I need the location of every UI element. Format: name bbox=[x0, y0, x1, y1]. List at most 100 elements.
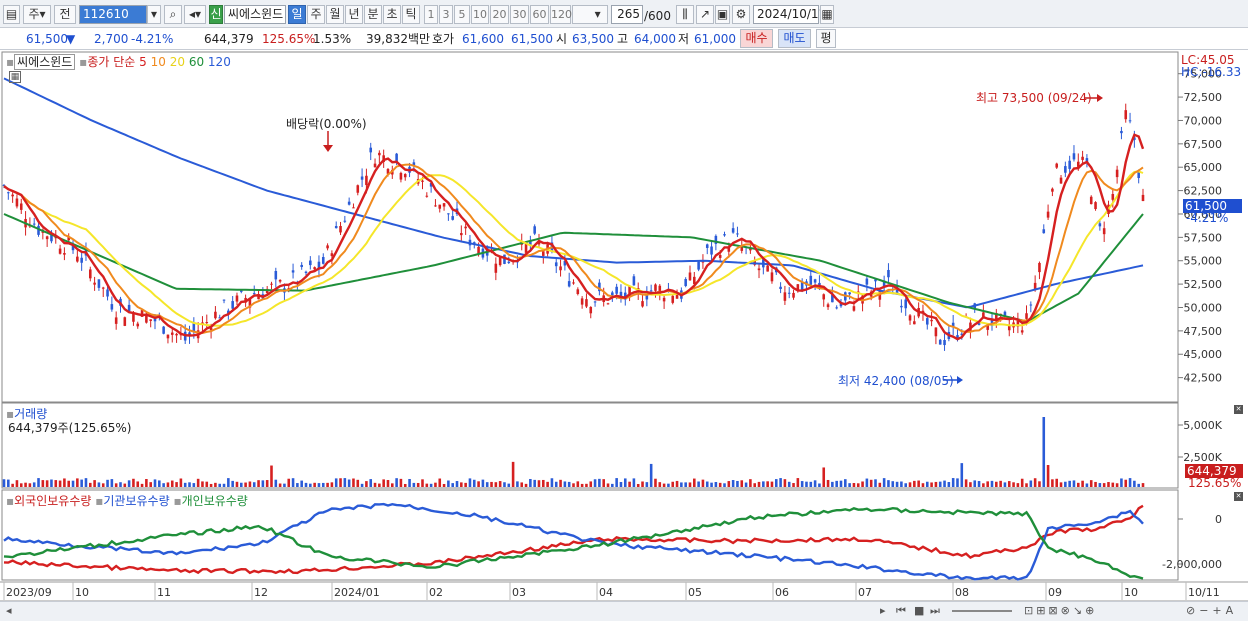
legend-institution: 기관보유수량 bbox=[103, 494, 170, 508]
prev-button[interactable]: 전 bbox=[54, 5, 76, 24]
period-year[interactable]: 년 bbox=[345, 5, 363, 24]
candle-body bbox=[45, 236, 49, 240]
volume-bar bbox=[529, 478, 532, 487]
candle-body bbox=[1089, 196, 1093, 205]
volume-bar bbox=[913, 480, 916, 487]
volume-panel-frame bbox=[1, 402, 1179, 489]
x-tick-label: 06 bbox=[775, 586, 789, 599]
layout-icon[interactable]: ▤ bbox=[3, 5, 20, 24]
open-label: 시 bbox=[556, 32, 568, 46]
period-month[interactable]: 월 bbox=[326, 5, 344, 24]
period-minute[interactable]: 분 bbox=[364, 5, 382, 24]
interval-120[interactable]: 120 bbox=[550, 5, 572, 24]
tool-icons[interactable]: ⊡⊞⊠⊗↘⊕ bbox=[1024, 604, 1097, 618]
volume-bar bbox=[386, 480, 390, 487]
volume-bar bbox=[736, 480, 739, 487]
hc-value: HC:-16.33 bbox=[1181, 65, 1242, 79]
period-second[interactable]: 초 bbox=[383, 5, 401, 24]
bottom-scrollbar[interactable]: ◂ ▸ ⏮ ■ ⏭ ⊡⊞⊠⊗↘⊕ ⊘−+A bbox=[0, 601, 1248, 621]
volume-bar bbox=[227, 478, 230, 487]
x-tick-label: 11 bbox=[157, 586, 171, 599]
period-tick[interactable]: 틱 bbox=[402, 5, 420, 24]
scroll-left-icon[interactable]: ◂ bbox=[6, 604, 12, 618]
period-day[interactable]: 일 bbox=[288, 5, 306, 24]
volume-bar bbox=[930, 482, 933, 487]
volume-bar bbox=[494, 482, 498, 487]
volume-bar bbox=[554, 481, 558, 487]
x-tick-label: 07 bbox=[858, 586, 872, 599]
candle-body bbox=[1007, 325, 1011, 331]
candle-body bbox=[356, 185, 360, 193]
y-tick-label: 42,500 bbox=[1184, 372, 1223, 385]
rewind-icon[interactable]: ⏮ bbox=[896, 604, 906, 618]
count-input[interactable]: 265 bbox=[611, 5, 643, 24]
candle-body bbox=[835, 307, 838, 309]
candle-body bbox=[559, 266, 562, 271]
volume-bar bbox=[969, 482, 972, 487]
sell-button[interactable]: 매도 bbox=[778, 29, 811, 48]
chevron-down-icon[interactable]: ▾ bbox=[147, 5, 161, 24]
candle-body bbox=[938, 339, 942, 345]
interval-5[interactable]: 5 bbox=[454, 5, 470, 24]
date-input[interactable]: 2024/10/11 bbox=[753, 5, 826, 24]
candle-body bbox=[106, 289, 109, 297]
gear-icon[interactable]: ⚙ bbox=[732, 5, 750, 24]
close-holding-panel-icon[interactable]: ✕ bbox=[1234, 492, 1243, 501]
volume-bar bbox=[1133, 480, 1136, 487]
volume-bar bbox=[740, 480, 744, 487]
candle-body bbox=[1046, 211, 1050, 218]
y-tick-label: 47,500 bbox=[1184, 325, 1223, 338]
volume-bar bbox=[585, 483, 588, 487]
volume-bar bbox=[636, 483, 640, 487]
scroll-right-icon[interactable]: ▸ bbox=[880, 604, 886, 618]
volume-bar bbox=[334, 478, 338, 487]
fast-forward-icon[interactable]: ⏭ bbox=[930, 604, 940, 618]
volume-bar bbox=[559, 479, 562, 487]
interval-60[interactable]: 60 bbox=[530, 5, 549, 24]
volume-bar bbox=[995, 481, 998, 487]
interval-3[interactable]: 3 bbox=[439, 5, 453, 24]
volume-bar bbox=[32, 482, 36, 487]
volume-bar bbox=[395, 478, 398, 487]
open-price: 63,500 bbox=[572, 32, 614, 46]
candle-body bbox=[770, 272, 774, 282]
candle-icon[interactable]: ⫼ bbox=[676, 5, 694, 24]
eval-button[interactable]: 평 bbox=[816, 29, 836, 48]
price-panel-header: ▪ 씨에스윈드 ▪종가 단순 5 10 20 60 120 bbox=[6, 54, 231, 70]
candle-body bbox=[606, 303, 610, 305]
volume-bar bbox=[1098, 483, 1102, 487]
candle-body bbox=[675, 294, 679, 299]
zoom-slider[interactable] bbox=[952, 610, 1012, 612]
volume-bar bbox=[1033, 478, 1037, 487]
volume-bar bbox=[943, 480, 946, 487]
volume-bar bbox=[1141, 483, 1145, 487]
volume-bar bbox=[403, 483, 407, 487]
interval-10[interactable]: 10 bbox=[471, 5, 489, 24]
interval-20[interactable]: 20 bbox=[490, 5, 509, 24]
volume-bar bbox=[507, 483, 511, 487]
interval-30[interactable]: 30 bbox=[510, 5, 529, 24]
candle-body bbox=[688, 272, 692, 281]
search-icon[interactable]: ⌕ bbox=[164, 5, 182, 24]
volume-bar bbox=[822, 467, 826, 487]
interval-1[interactable]: 1 bbox=[424, 5, 438, 24]
buy-button[interactable]: 매수 bbox=[740, 29, 773, 48]
save-icon[interactable]: ▣ bbox=[715, 5, 730, 24]
x-tick-label: 12 bbox=[254, 586, 268, 599]
stock-label: 씨에스윈드 bbox=[14, 54, 76, 70]
stop-icon[interactable]: ■ bbox=[914, 604, 924, 618]
stock-code-input[interactable]: 112610 bbox=[79, 5, 147, 24]
candle-body bbox=[291, 270, 295, 273]
zoom-icons[interactable]: ⊘−+A bbox=[1186, 604, 1237, 618]
candle-body bbox=[434, 205, 437, 207]
close-volume-panel-icon[interactable]: ✕ bbox=[1234, 405, 1243, 414]
speaker-icon[interactable]: ◂▾ bbox=[184, 5, 206, 24]
calendar-icon[interactable]: ▦ bbox=[820, 5, 834, 24]
grid-icon[interactable]: ▦ bbox=[9, 71, 21, 83]
draw-icon[interactable]: ↗ bbox=[696, 5, 714, 24]
candle-body bbox=[352, 207, 355, 209]
interval-dropdown[interactable]: ▾ bbox=[572, 5, 608, 24]
market-select[interactable]: 주▾ bbox=[23, 5, 51, 24]
volume-bar bbox=[718, 482, 722, 487]
period-week[interactable]: 주 bbox=[307, 5, 325, 24]
